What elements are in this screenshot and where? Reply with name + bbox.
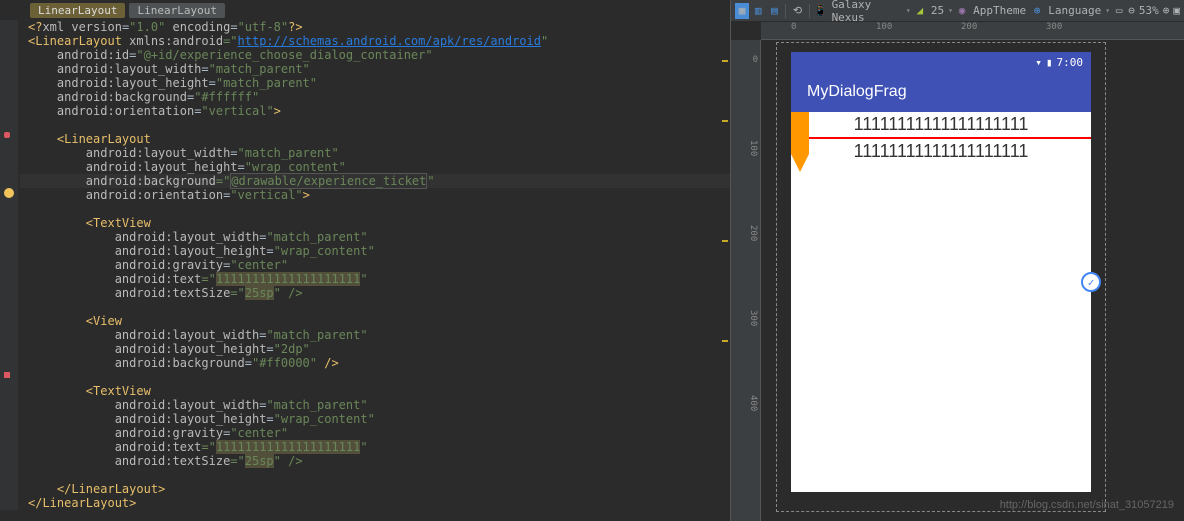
code-line: <LinearLayout: [20, 132, 730, 146]
code-line: </LinearLayout>: [20, 482, 730, 496]
breadcrumb-child[interactable]: LinearLayout: [129, 3, 224, 18]
language-icon[interactable]: ⊕: [1030, 3, 1044, 19]
code-editor[interactable]: <?xml version="1.0" encoding="utf-8"?> <…: [0, 20, 730, 510]
zoom-in-icon[interactable]: ⊕: [1163, 4, 1170, 17]
code-line: android:background="#ffffff": [20, 90, 730, 104]
design-view-icon[interactable]: ▦: [735, 3, 749, 19]
check-badge-icon[interactable]: ✓: [1081, 272, 1101, 292]
warning-bulb-icon[interactable]: [4, 188, 14, 198]
gutter: [0, 20, 18, 510]
code-line: <TextView: [20, 384, 730, 398]
zoom-level[interactable]: 53%: [1139, 4, 1159, 17]
code-line: android:text="11111111111111111111": [20, 272, 730, 286]
code-line: </LinearLayout>: [20, 496, 730, 510]
code-line: android:background="#ff0000" />: [20, 356, 730, 370]
error-mark[interactable]: [4, 372, 10, 378]
stripe-warn[interactable]: [722, 60, 728, 62]
code-line: android:layout_width="match_parent": [20, 146, 730, 160]
code-line: android:layout_width="match_parent": [20, 230, 730, 244]
language-selector[interactable]: Language: [1046, 4, 1103, 17]
code-line: android:layout_height="match_parent": [20, 76, 730, 90]
stripe-warn[interactable]: [722, 340, 728, 342]
zoom-fit-icon[interactable]: ▣: [1173, 4, 1180, 17]
code-line: android:layout_height="wrap_content": [20, 160, 730, 174]
variant-icon[interactable]: ▭: [1112, 3, 1126, 19]
ruler-horizontal: 0 100 200 300: [761, 22, 1184, 40]
code-line: android:layout_height="wrap_content": [20, 412, 730, 426]
code-line: [20, 370, 730, 384]
preview-pane: ▦ ▥ ▤ ⟲ 📱 Galaxy Nexus▾ ◢ 25▾ ◉ AppTheme…: [730, 0, 1184, 521]
code-line: android:orientation="vertical">: [20, 104, 730, 118]
orientation-icon[interactable]: ⟲: [790, 3, 804, 19]
design-surface[interactable]: 0 100 200 300 0 100 200 300 400 ▾ ▮ 7:00…: [731, 22, 1184, 521]
code-line: android:layout_width="match_parent": [20, 398, 730, 412]
ruler-vertical: 0 100 200 300 400: [731, 40, 761, 521]
code-line: android:layout_height="wrap_content": [20, 244, 730, 258]
error-stripe[interactable]: [720, 20, 730, 510]
breadcrumb: LinearLayout LinearLayout: [0, 0, 730, 20]
zoom-out-icon[interactable]: ⊖: [1128, 4, 1135, 17]
code-line: android:layout_width="match_parent": [20, 328, 730, 342]
preview-title: MyDialogFrag: [807, 83, 907, 101]
battery-icon: ▮: [1046, 56, 1053, 69]
device-icon[interactable]: 📱: [813, 3, 827, 19]
preview-status-bar: ▾ ▮ 7:00: [791, 52, 1091, 72]
stripe-warn[interactable]: [722, 240, 728, 242]
theme-selector[interactable]: AppTheme: [971, 4, 1028, 17]
preview-content: 11111111111111111111 1111111111111111111…: [791, 112, 1091, 492]
device-preview[interactable]: ▾ ▮ 7:00 MyDialogFrag 111111111111111111…: [791, 52, 1091, 492]
code-line: android:gravity="center": [20, 258, 730, 272]
code-line: <View: [20, 314, 730, 328]
stripe-warn[interactable]: [722, 120, 728, 122]
theme-icon[interactable]: ◉: [955, 3, 969, 19]
both-view-icon[interactable]: ▤: [767, 3, 781, 19]
code-line: android:id="@+id/experience_choose_dialo…: [20, 48, 730, 62]
code-line: <TextView: [20, 216, 730, 230]
breadcrumb-root[interactable]: LinearLayout: [30, 3, 125, 18]
code-line: android:layout_width="match_parent": [20, 62, 730, 76]
code-line: android:layout_height="2dp": [20, 342, 730, 356]
preview-app-bar: MyDialogFrag: [791, 72, 1091, 112]
code-line: [20, 118, 730, 132]
editor-pane: LinearLayout LinearLayout <?xml version=…: [0, 0, 730, 521]
android-icon[interactable]: ◢: [913, 3, 927, 19]
code-line: [20, 300, 730, 314]
device-selector[interactable]: Galaxy Nexus: [830, 0, 904, 24]
code-line: <LinearLayout xmlns:android="http://sche…: [20, 34, 730, 48]
preview-text-2: 11111111111111111111: [791, 139, 1091, 164]
design-toolbar: ▦ ▥ ▤ ⟲ 📱 Galaxy Nexus▾ ◢ 25▾ ◉ AppTheme…: [731, 0, 1184, 22]
code-line: android:orientation="vertical">: [20, 188, 730, 202]
code-line: android:background="@drawable/experience…: [20, 174, 730, 188]
preview-text-1: 11111111111111111111: [791, 112, 1091, 137]
code-line: [20, 202, 730, 216]
watermark: http://blog.csdn.net/sinat_31057219: [1000, 499, 1174, 511]
code-line: <?xml version="1.0" encoding="utf-8"?>: [20, 20, 730, 34]
code-line: android:textSize="25sp" />: [20, 454, 730, 468]
code-line: [20, 468, 730, 482]
api-selector[interactable]: 25: [929, 4, 946, 17]
code-line: android:textSize="25sp" />: [20, 286, 730, 300]
blueprint-view-icon[interactable]: ▥: [751, 3, 765, 19]
code-line: android:gravity="center": [20, 426, 730, 440]
wifi-icon: ▾: [1035, 56, 1042, 69]
preview-time: 7:00: [1057, 56, 1084, 69]
zoom-controls: ⊖ 53% ⊕ ▣: [1128, 4, 1180, 17]
breakpoint-mark[interactable]: [4, 132, 10, 138]
code-line: android:text="11111111111111111111": [20, 440, 730, 454]
